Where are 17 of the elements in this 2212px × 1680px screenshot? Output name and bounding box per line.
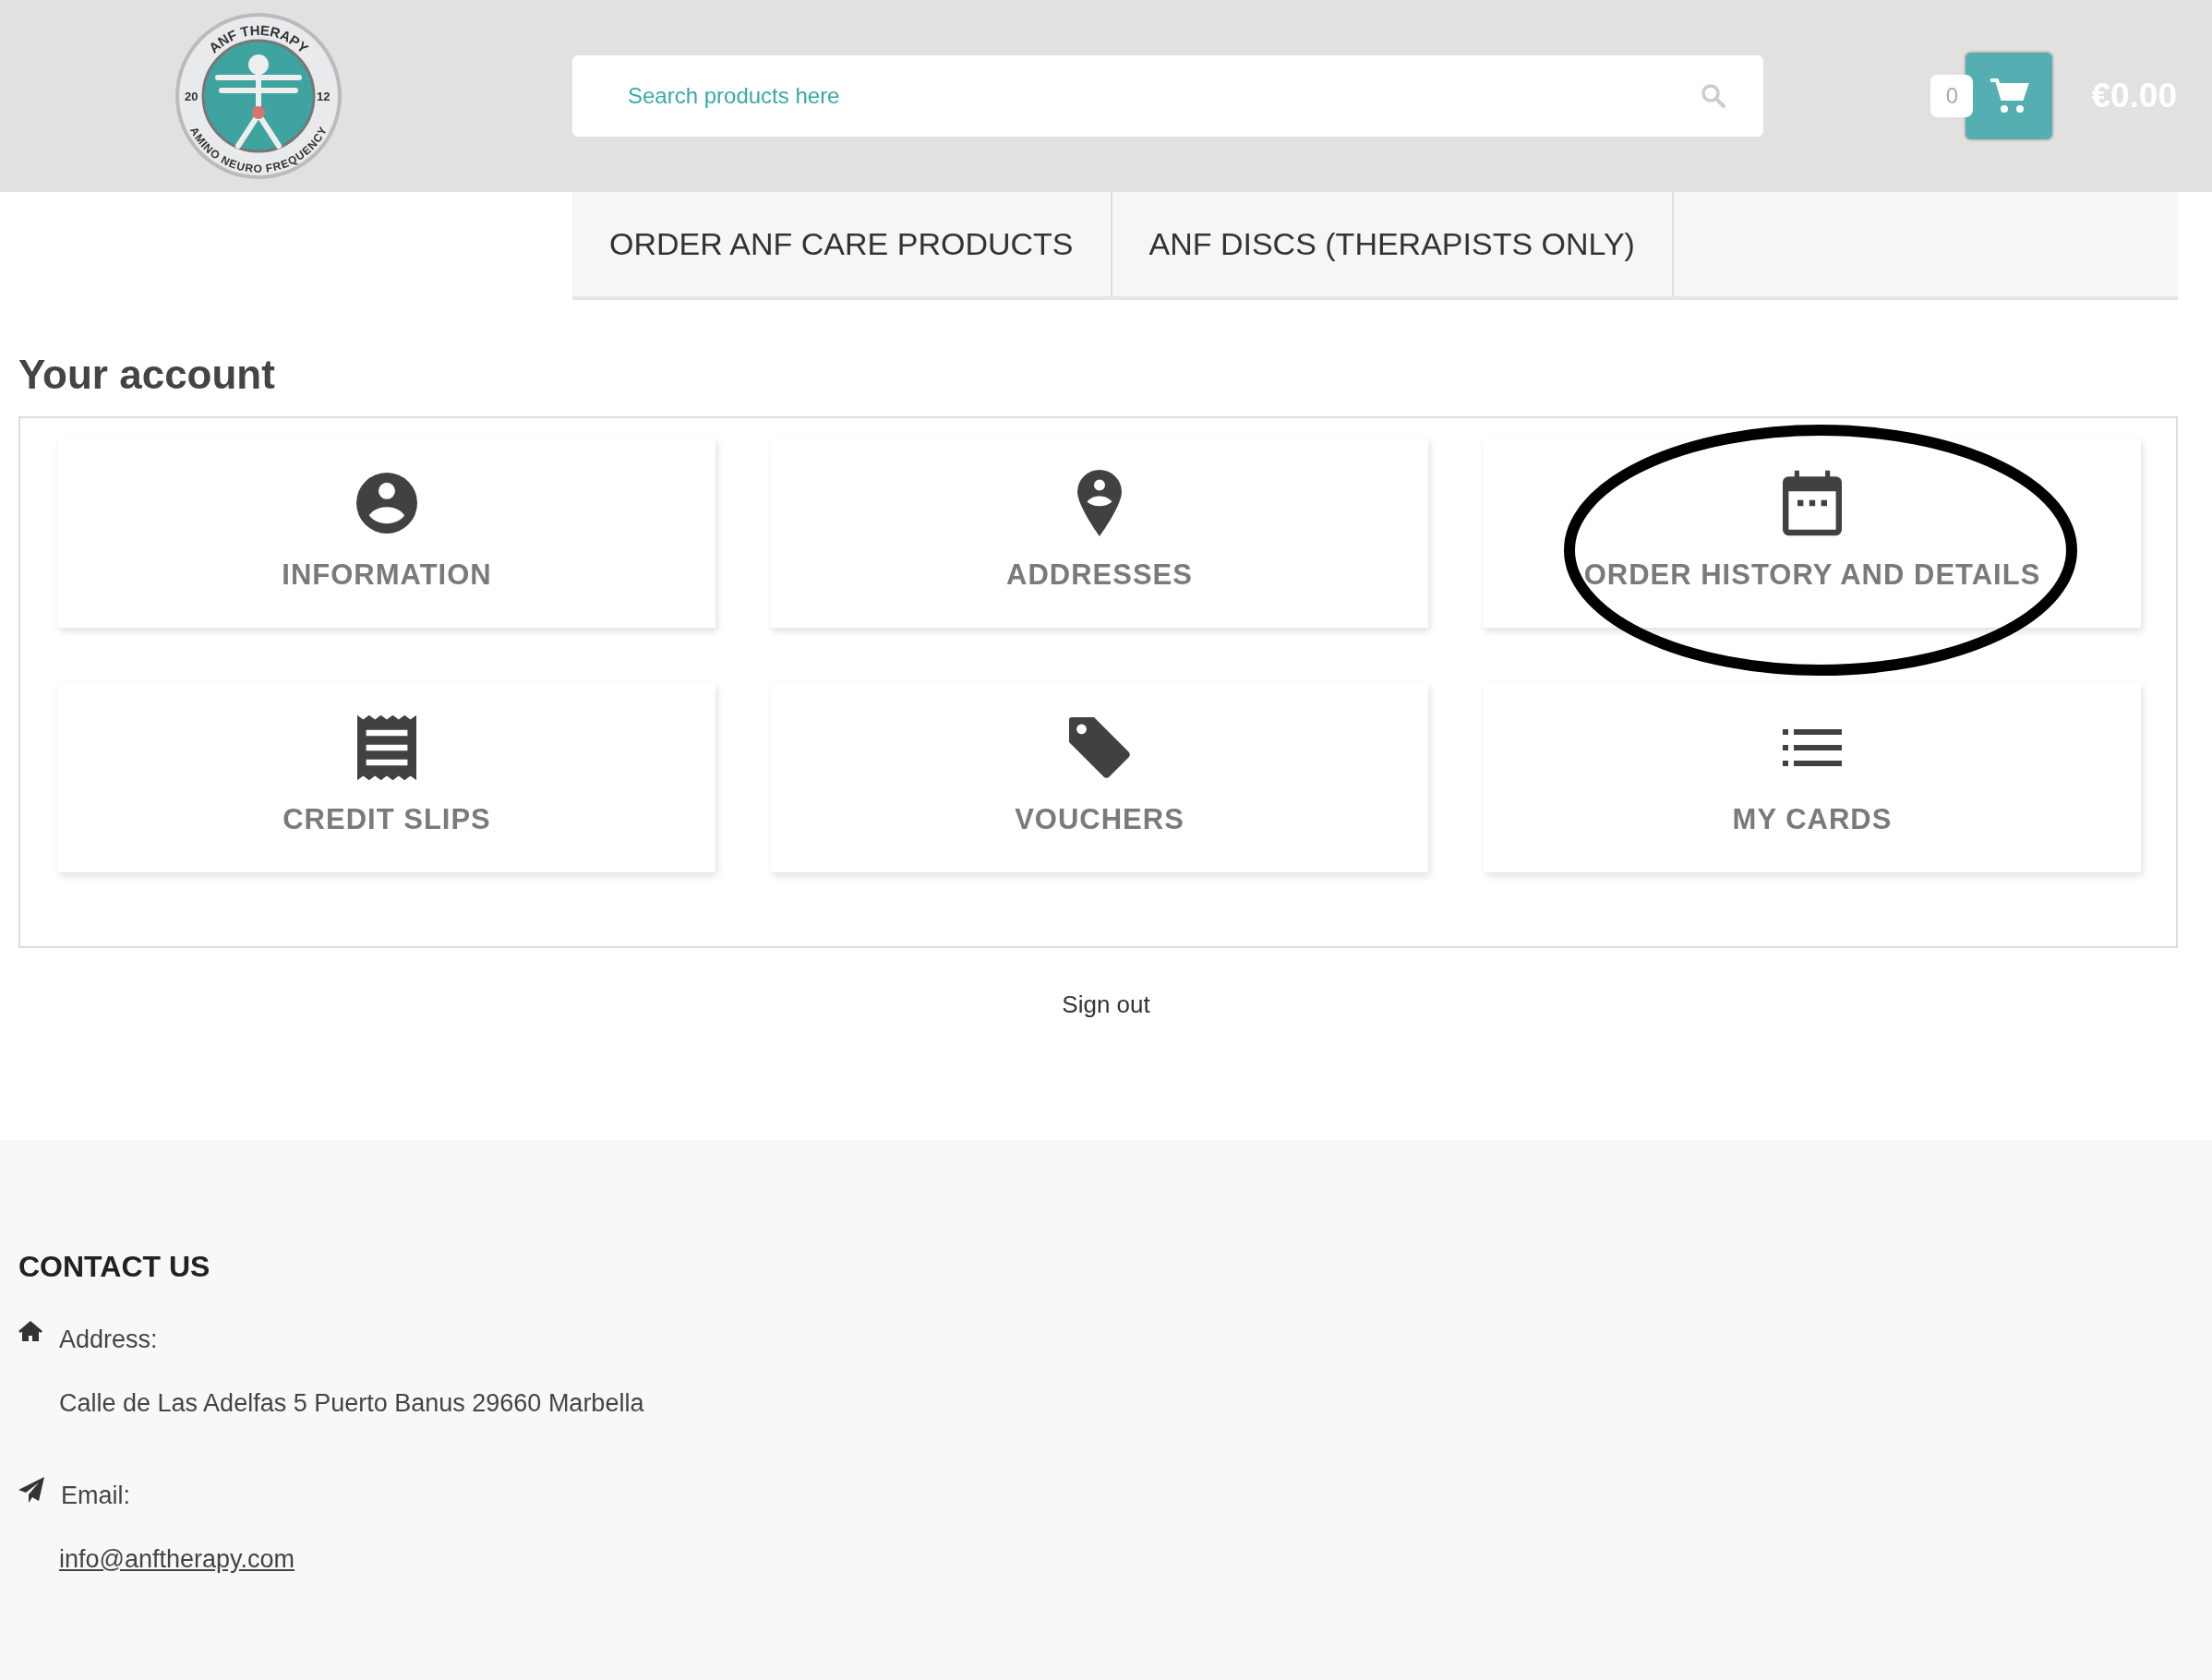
cart-count: 0 (1930, 75, 1974, 117)
account-link[interactable]: ORDER HISTORY AND DETAILS (1484, 438, 2141, 628)
menu-link[interactable]: ANF DISCS (THERAPISTS ONLY) (1112, 192, 1674, 296)
page-title: Your account (18, 351, 276, 399)
footer-heading: CONTACT US (18, 1249, 211, 1285)
menu-link[interactable]: ORDER ANF CARE PRODUCTS (572, 192, 1112, 296)
search-field[interactable]: Search products here (572, 55, 1763, 137)
email-link[interactable]: info@anftherapy.com (59, 1544, 295, 1573)
account-link[interactable]: INFORMATION (58, 438, 715, 628)
account-link[interactable]: CREDIT SLIPS (58, 683, 715, 872)
account-link[interactable]: ADDRESSES (771, 438, 1428, 628)
sign-out-link[interactable]: Sign out (1062, 990, 1150, 1018)
account-link[interactable]: MY CARDS (1484, 683, 2141, 872)
address-text: Calle de Las Adelfas 5 Puerto Banus 29660 Marbella (59, 1388, 644, 1417)
account-link[interactable]: VOUCHERS (771, 683, 1428, 872)
contact-label: Address: (59, 1325, 158, 1356)
contact-label: Email: (61, 1481, 130, 1512)
